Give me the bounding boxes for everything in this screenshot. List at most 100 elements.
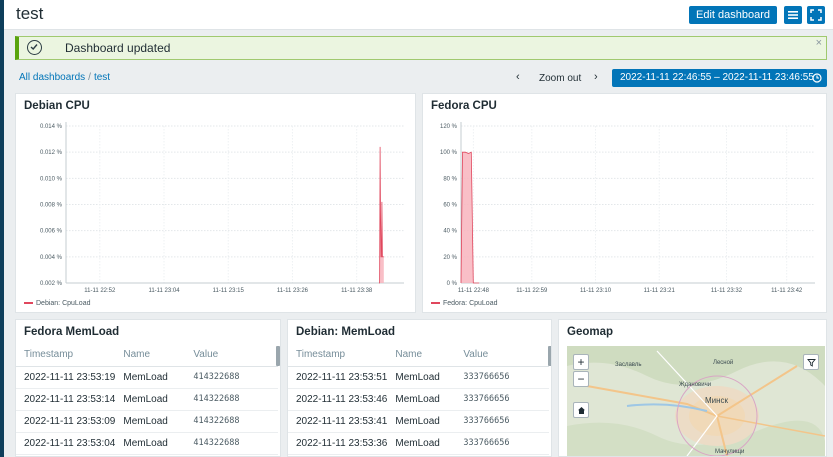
- fedora-cpu-widget: Fedora CPU 120 % 100 % 80 % 60 % 40 % 20 % 0 %…: [422, 93, 827, 313]
- x-tick-label: 11-11 23:21: [644, 288, 676, 294]
- name-cell: MemLoad: [387, 432, 456, 455]
- value-cell: 333766656: [455, 388, 549, 411]
- timestamp-cell: 2022-11-11 23:53:51: [288, 366, 388, 389]
- debian-cpu-chart[interactable]: 0.014 % 0.012 % 0.010 % 0.008 % 0.006 % 0.004…: [16, 94, 417, 314]
- x-tick-label: 11-11 23:38: [341, 288, 373, 294]
- map-label: Минск: [705, 396, 729, 405]
- column-header[interactable]: Name: [387, 344, 456, 367]
- top-bar: test Edit dashboard: [4, 0, 833, 30]
- y-tick-label: 0.002 %: [40, 281, 63, 287]
- x-tick-label: 11-11 22:52: [84, 288, 116, 294]
- memload-table: Timestamp Name Value 2022-11-11 23:53:51…: [288, 344, 549, 455]
- value-cell: 414322688: [185, 388, 278, 411]
- value-cell: 333766656: [455, 366, 549, 389]
- y-tick-label: 20 %: [443, 255, 457, 261]
- column-header[interactable]: Value: [455, 344, 549, 367]
- table-row: 2022-11-11 23:53:04 MemLoad 414322688: [16, 432, 278, 455]
- scrollbar[interactable]: [276, 346, 280, 366]
- y-tick-label: 100 %: [440, 150, 458, 156]
- edit-dashboard-button[interactable]: Edit dashboard: [689, 6, 777, 24]
- name-cell: MemLoad: [115, 410, 186, 433]
- map-tiles: [567, 346, 825, 456]
- scrollbar[interactable]: [548, 346, 551, 366]
- legend-label: Fedora: CpuLoad: [443, 300, 498, 307]
- y-tick-label: 0.014 %: [40, 124, 63, 130]
- name-cell: MemLoad: [387, 410, 456, 433]
- widget-title: Geomap: [567, 326, 614, 338]
- map-canvas[interactable]: Заславль Лесной Ждановичи Минск Мачулищи…: [567, 346, 825, 456]
- fullscreen-icon[interactable]: [807, 6, 825, 24]
- y-tick-label: 0.012 %: [40, 150, 63, 156]
- timestamp-cell: 2022-11-11 23:53:14: [16, 388, 116, 411]
- legend-swatch: [431, 302, 440, 305]
- breadcrumb-current[interactable]: test: [94, 72, 110, 83]
- left-nav-strip: [0, 0, 4, 457]
- chevron-left-icon[interactable]: ‹: [516, 71, 520, 83]
- table-row: 2022-11-11 23:53:36 MemLoad 333766656: [288, 432, 549, 455]
- column-header[interactable]: Timestamp: [288, 344, 388, 367]
- map-label: Заславль: [615, 362, 642, 368]
- message-text: Dashboard updated: [65, 41, 171, 55]
- timestamp-cell: 2022-11-11 23:53:04: [16, 432, 116, 455]
- legend-swatch: [24, 302, 33, 305]
- y-tick-label: 0.006 %: [40, 229, 63, 235]
- name-cell: MemLoad: [115, 388, 186, 411]
- map-label: Мачулищи: [715, 449, 745, 455]
- widget-title: Fedora MemLoad: [24, 326, 120, 338]
- close-icon[interactable]: ×: [816, 37, 822, 49]
- map-zoom-in-button[interactable]: +: [573, 354, 589, 370]
- column-header[interactable]: Timestamp: [16, 344, 116, 367]
- y-tick-label: 0 %: [447, 281, 458, 287]
- memload-table: Timestamp Name Value 2022-11-11 23:53:19…: [16, 344, 278, 455]
- y-tick-label: 40 %: [443, 229, 457, 235]
- debian-cpu-widget: Debian CPU 0.014 % 0.012 % 0.010 % 0.008 % 0…: [15, 93, 416, 313]
- success-message: Dashboard updated ×: [15, 36, 827, 60]
- value-cell: 333766656: [455, 410, 549, 433]
- time-range-button[interactable]: 2022-11-11 22:46:55 – 2022-11-11 23:46:5…: [612, 69, 827, 87]
- map-label: Ждановичи: [679, 382, 712, 388]
- name-cell: MemLoad: [387, 388, 456, 411]
- zoom-out-button[interactable]: Zoom out: [539, 73, 581, 84]
- name-cell: MemLoad: [115, 366, 186, 389]
- y-tick-label: 60 %: [443, 203, 457, 209]
- value-cell: 414322688: [185, 366, 278, 389]
- x-tick-label: 11-11 23:04: [148, 288, 180, 294]
- legend-label: Debian: CpuLoad: [36, 300, 91, 307]
- x-tick-label: 11-11 22:59: [516, 288, 548, 294]
- column-header[interactable]: Name: [115, 344, 186, 367]
- name-cell: MemLoad: [115, 432, 186, 455]
- value-cell: 414322688: [185, 432, 278, 455]
- table-row: 2022-11-11 23:53:41 MemLoad 333766656: [288, 410, 549, 433]
- menu-icon[interactable]: [784, 6, 802, 24]
- x-tick-label: 11-11 23:26: [277, 288, 309, 294]
- filter-icon[interactable]: [803, 354, 819, 370]
- y-tick-label: 0.008 %: [40, 203, 63, 209]
- geomap-widget: Geomap Заславль Лесной Ждановичи Минск М…: [558, 319, 827, 457]
- x-tick-label: 11-11 22:48: [458, 288, 490, 294]
- y-tick-label: 0.010 %: [40, 176, 63, 182]
- y-tick-label: 80 %: [443, 176, 457, 182]
- timestamp-cell: 2022-11-11 23:53:46: [288, 388, 388, 411]
- check-circle-icon: [27, 40, 42, 55]
- series-area: [461, 152, 480, 283]
- name-cell: MemLoad: [387, 366, 456, 389]
- map-label: Лесной: [713, 360, 734, 366]
- chart-legend: Debian: CpuLoad: [24, 300, 91, 307]
- x-tick-label: 11-11 23:32: [711, 288, 743, 294]
- timestamp-cell: 2022-11-11 23:53:36: [288, 432, 388, 455]
- fedora-cpu-chart[interactable]: 120 % 100 % 80 % 60 % 40 % 20 % 0 %11-11 22:48…: [423, 94, 828, 314]
- debian-memload-widget: Debian: MemLoad Timestamp Name Value 202…: [287, 319, 552, 457]
- timestamp-cell: 2022-11-11 23:53:19: [16, 366, 116, 389]
- x-tick-label: 11-11 23:42: [771, 288, 803, 294]
- chart-legend: Fedora: CpuLoad: [431, 300, 497, 307]
- timestamp-cell: 2022-11-11 23:53:09: [16, 410, 116, 433]
- fedora-memload-widget: Fedora MemLoad Timestamp Name Value 2022…: [15, 319, 281, 457]
- y-tick-label: 0.004 %: [40, 255, 63, 261]
- map-zoom-out-button[interactable]: −: [573, 371, 589, 387]
- chevron-right-icon[interactable]: ›: [594, 71, 598, 83]
- home-icon[interactable]: [573, 402, 589, 418]
- column-header[interactable]: Value: [185, 344, 278, 367]
- widget-title: Debian: MemLoad: [296, 326, 396, 338]
- table-header-row: Timestamp Name Value: [16, 344, 278, 367]
- breadcrumb-all-dashboards[interactable]: All dashboards: [19, 72, 85, 83]
